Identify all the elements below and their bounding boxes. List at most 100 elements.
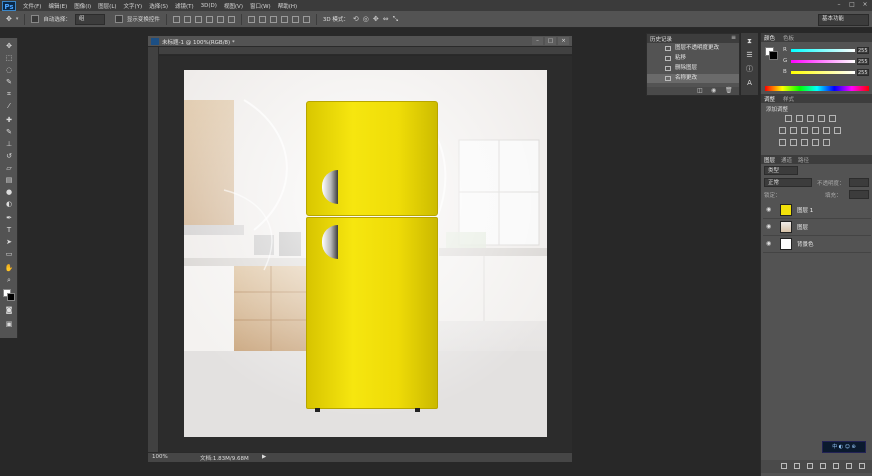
menu-3d[interactable]: 3D(D) xyxy=(201,3,217,9)
vibrance-icon[interactable] xyxy=(829,115,836,122)
green-value[interactable]: 255 xyxy=(857,58,869,65)
history-item[interactable]: 粘移 xyxy=(647,54,739,63)
status-menu-arrow-icon[interactable]: ▶ xyxy=(262,454,266,460)
ruler-vertical[interactable] xyxy=(148,47,159,452)
tab-adjustments[interactable]: 调整 xyxy=(764,95,775,103)
curves-icon[interactable] xyxy=(807,115,814,122)
photo-filter-icon[interactable] xyxy=(812,127,819,134)
workspace-dropdown[interactable]: 基本功能 xyxy=(818,14,869,26)
dodge-tool-icon[interactable]: ◐ xyxy=(4,200,14,208)
ruler-horizontal[interactable] xyxy=(159,47,572,55)
path-select-tool-icon[interactable]: ➤ xyxy=(4,238,14,246)
align-bottom-icon[interactable] xyxy=(194,15,202,23)
layer-name[interactable]: 背景色 xyxy=(797,240,814,248)
menu-edit[interactable]: 编辑(E) xyxy=(48,2,67,10)
history-item[interactable]: 图层不透明度更改 xyxy=(647,44,739,53)
pen-tool-icon[interactable]: ✒ xyxy=(4,214,14,222)
red-value[interactable]: 255 xyxy=(857,47,869,54)
tab-color[interactable]: 颜色 xyxy=(764,34,775,42)
layer-row[interactable]: ◉ 图层 1 xyxy=(763,202,871,219)
distribute-left-icon[interactable] xyxy=(280,15,288,23)
3d-rotate-icon[interactable]: ⟲ xyxy=(353,15,359,23)
zoom-level[interactable]: 100% xyxy=(152,454,168,460)
align-left-icon[interactable] xyxy=(205,15,213,23)
move-tool-icon[interactable]: ✥ xyxy=(6,15,12,23)
tab-layers[interactable]: 图层 xyxy=(764,156,775,164)
channel-mixer-icon[interactable] xyxy=(823,127,830,134)
tab-channels[interactable]: 通道 xyxy=(781,156,792,164)
background-swatch[interactable] xyxy=(769,51,778,60)
link-layers-icon[interactable] xyxy=(781,463,787,469)
blue-value[interactable]: 255 xyxy=(857,69,869,76)
marquee-tool-icon[interactable]: ⬚ xyxy=(4,54,14,62)
trash-icon[interactable]: 🗑 xyxy=(725,87,733,94)
color-spectrum[interactable] xyxy=(765,86,869,91)
menu-layer[interactable]: 图层(L) xyxy=(98,2,116,10)
tab-styles[interactable]: 样式 xyxy=(783,95,794,103)
menu-select[interactable]: 选择(S) xyxy=(149,2,168,10)
history-item-selected[interactable]: 名称更改 xyxy=(647,74,739,83)
color-balance-icon[interactable] xyxy=(790,127,797,134)
3d-slide-icon[interactable]: ⇔ xyxy=(383,15,389,23)
zoom-tool-icon[interactable]: ⌕ xyxy=(4,276,14,284)
hue-saturation-icon[interactable] xyxy=(779,127,786,134)
doc-minimize-button[interactable]: – xyxy=(532,37,543,45)
selective-color-icon[interactable] xyxy=(823,139,830,146)
layer-row[interactable]: ◉ 背景色 xyxy=(763,236,871,253)
blend-mode-dropdown[interactable]: 正常 xyxy=(764,178,812,187)
new-group-icon[interactable] xyxy=(833,463,839,469)
brush-tool-icon[interactable]: ✎ xyxy=(4,128,14,136)
blur-tool-icon[interactable]: ● xyxy=(4,188,14,196)
hand-tool-icon[interactable]: ✋ xyxy=(4,264,14,272)
healing-brush-tool-icon[interactable]: ✚ xyxy=(4,116,14,124)
screen-mode-icon[interactable]: ▣ xyxy=(4,320,14,328)
distribute-top-icon[interactable] xyxy=(247,15,255,23)
layer-row[interactable]: ◉ 图层 xyxy=(763,219,871,236)
distribute-vcenter-icon[interactable] xyxy=(258,15,266,23)
history-brush-tool-icon[interactable]: ↺ xyxy=(4,152,14,160)
opacity-field[interactable] xyxy=(849,178,869,187)
posterize-icon[interactable] xyxy=(790,139,797,146)
black-white-icon[interactable] xyxy=(801,127,808,134)
menu-filter[interactable]: 滤镜(T) xyxy=(175,2,194,10)
eye-icon[interactable]: ◉ xyxy=(766,240,771,247)
gradient-map-icon[interactable] xyxy=(812,139,819,146)
eye-icon[interactable]: ◉ xyxy=(766,223,771,230)
menu-help[interactable]: 帮助(H) xyxy=(278,2,297,10)
red-slider[interactable] xyxy=(791,49,855,52)
auto-select-checkbox[interactable] xyxy=(31,15,40,23)
history-panel-icon[interactable]: ⧗ xyxy=(745,37,754,45)
clone-stamp-tool-icon[interactable]: ⊥ xyxy=(4,140,14,148)
new-layer-icon[interactable] xyxy=(846,463,852,469)
menu-view[interactable]: 视图(V) xyxy=(224,2,243,10)
brightness-icon[interactable] xyxy=(785,115,792,122)
close-button[interactable]: × xyxy=(860,1,870,9)
document-tab[interactable]: 未标题-1 @ 100%(RGB/8) * – □ × xyxy=(148,36,572,47)
align-hcenter-icon[interactable] xyxy=(216,15,224,23)
maximize-button[interactable]: □ xyxy=(847,1,857,9)
delete-layer-icon[interactable] xyxy=(859,463,865,469)
ime-status-badge[interactable]: 中 ◐ ☺ ⊕ xyxy=(822,441,866,453)
show-transform-checkbox[interactable] xyxy=(114,15,123,23)
layer-name[interactable]: 图层 xyxy=(797,223,808,231)
exposure-icon[interactable] xyxy=(818,115,825,122)
eraser-tool-icon[interactable]: ▱ xyxy=(4,164,14,172)
eyedropper-tool-icon[interactable]: ⁄ xyxy=(4,102,14,110)
3d-roll-icon[interactable]: ◎ xyxy=(363,15,369,23)
fill-field[interactable] xyxy=(849,190,869,199)
distribute-right-icon[interactable] xyxy=(302,15,310,23)
levels-icon[interactable] xyxy=(796,115,803,122)
distribute-bottom-icon[interactable] xyxy=(269,15,277,23)
tool-preset-chevron-icon[interactable]: ▾ xyxy=(16,16,19,22)
move-tool-icon[interactable]: ✥ xyxy=(4,42,14,50)
history-item[interactable]: 删除图层 xyxy=(647,64,739,73)
character-panel-icon[interactable]: A xyxy=(745,79,754,87)
blue-slider[interactable] xyxy=(791,71,855,74)
green-slider[interactable] xyxy=(791,60,855,63)
tab-paths[interactable]: 路径 xyxy=(798,156,809,164)
doc-maximize-button[interactable]: □ xyxy=(545,37,556,45)
new-adjustment-icon[interactable] xyxy=(820,463,826,469)
align-top-icon[interactable] xyxy=(172,15,180,23)
quick-select-tool-icon[interactable]: ✎ xyxy=(4,78,14,86)
menu-file[interactable]: 文件(F) xyxy=(23,2,41,10)
